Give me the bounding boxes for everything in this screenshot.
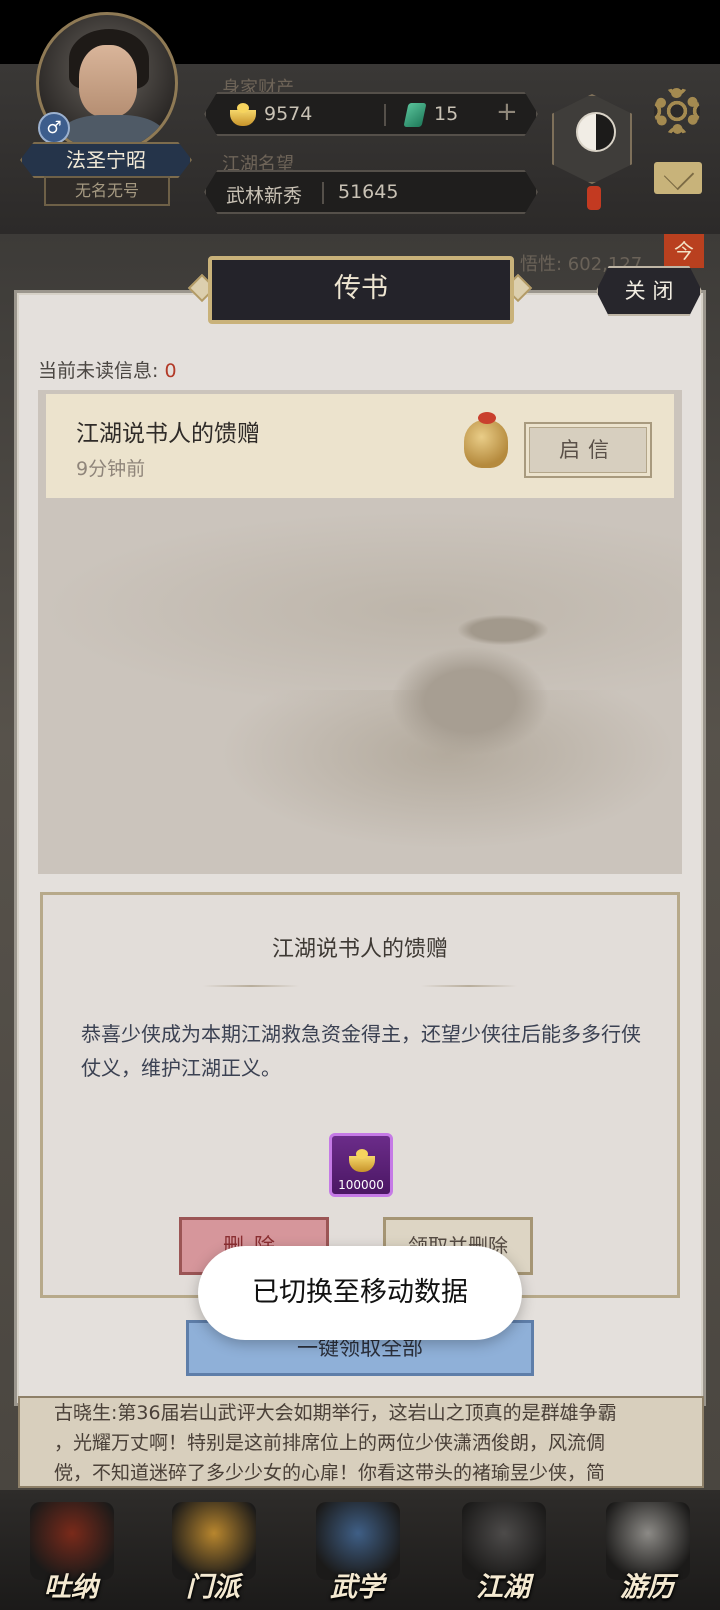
mail-icon[interactable] [654, 162, 702, 194]
mail-item-time: 9分钟前 [76, 458, 146, 480]
list-item[interactable]: 江湖说书人的馈赠 9分钟前 启信 [46, 394, 674, 498]
reward-amount: 100000 [338, 1178, 384, 1192]
gold-ingot-icon [230, 103, 256, 126]
jade-amount: 15 [434, 103, 459, 125]
tassel-icon [587, 186, 601, 210]
nav-jianghu[interactable]: 江湖 [448, 1498, 558, 1608]
news-line: ，光耀万丈啊！特别是这前排席位上的两位少侠潇洒俊朗，风流倜 [54, 1432, 606, 1454]
nav-label: 吐纳 [44, 1572, 98, 1603]
gold-ingot-icon [349, 1149, 375, 1172]
reputation-value: 51645 [338, 181, 399, 203]
divider [203, 985, 299, 987]
gear-icon[interactable] [654, 88, 700, 134]
divider [421, 985, 517, 987]
rank-text: 武林新秀 [226, 185, 303, 207]
nav-wuxue[interactable]: 武学 [302, 1498, 412, 1608]
news-ticker: 古晓生:第36届岩山武评大会如期举行，这岩山之顶真的是群雄争霸 ，光耀万丈啊！特… [18, 1396, 704, 1488]
wealth-bar: 9574 15 + [204, 92, 538, 136]
gift-bag-icon [464, 412, 508, 468]
nav-tuna[interactable]: 吐纳 [16, 1498, 126, 1608]
unread-label: 当前未读信息: [38, 360, 159, 382]
nav-youli[interactable]: 游历 [592, 1498, 702, 1608]
nav-label: 江湖 [476, 1572, 530, 1603]
player-title: 无名无号 [44, 176, 170, 206]
fisherman-figure [390, 646, 550, 756]
news-line: 古晓生:第36届岩山武评大会如期举行，这岩山之顶真的是群雄争霸 [54, 1402, 617, 1424]
open-letter-button[interactable]: 启信 [524, 422, 652, 478]
unread-info: 当前未读信息: 0 [38, 356, 177, 383]
nav-label: 门派 [186, 1572, 240, 1603]
detail-body: 恭喜少侠成为本期江湖救急资金得主，还望少侠往后能多多行侠仗义，维护江湖正义。 [81, 1022, 641, 1080]
news-line: 傥，不知道迷碎了多少少女的心扉！你看这带头的褚瑜昱少侠，简 [54, 1462, 606, 1484]
toast-message: 已切换至移动数据 [198, 1246, 522, 1340]
nav-label: 游历 [620, 1572, 674, 1603]
taiji-icon [576, 112, 616, 152]
mail-item-title: 江湖说书人的馈赠 [76, 421, 260, 447]
mist-decoration [38, 510, 682, 710]
unread-count: 0 [164, 360, 177, 382]
divider [384, 104, 386, 126]
detail-title: 江湖说书人的馈赠 [271, 937, 448, 962]
modal-title: 传书 [208, 256, 514, 324]
avatar-face [79, 45, 137, 117]
close-button[interactable]: 关 闭 [596, 266, 702, 316]
add-currency-icon[interactable]: + [496, 97, 518, 127]
player-name: 法圣宁昭 [20, 142, 192, 178]
reward-item[interactable]: 100000 [329, 1133, 393, 1197]
divider [322, 182, 324, 204]
nav-menpai[interactable]: 门派 [158, 1498, 268, 1608]
bottom-nav: 吐纳 门派 武学 江湖 游历 [0, 1490, 720, 1610]
reputation-bar: 武林新秀 51645 [204, 170, 538, 214]
gold-amount: 9574 [264, 103, 313, 125]
male-icon: ♂ [38, 112, 70, 144]
mail-detail: 江湖说书人的馈赠 恭喜少侠成为本期江湖救急资金得主，还望少侠往后能多多行侠仗义，… [40, 892, 680, 1298]
straw-hat-decoration [458, 615, 548, 645]
nav-label: 武学 [330, 1572, 384, 1603]
corner-badge[interactable]: 今 [664, 234, 704, 268]
jade-icon [403, 103, 427, 127]
